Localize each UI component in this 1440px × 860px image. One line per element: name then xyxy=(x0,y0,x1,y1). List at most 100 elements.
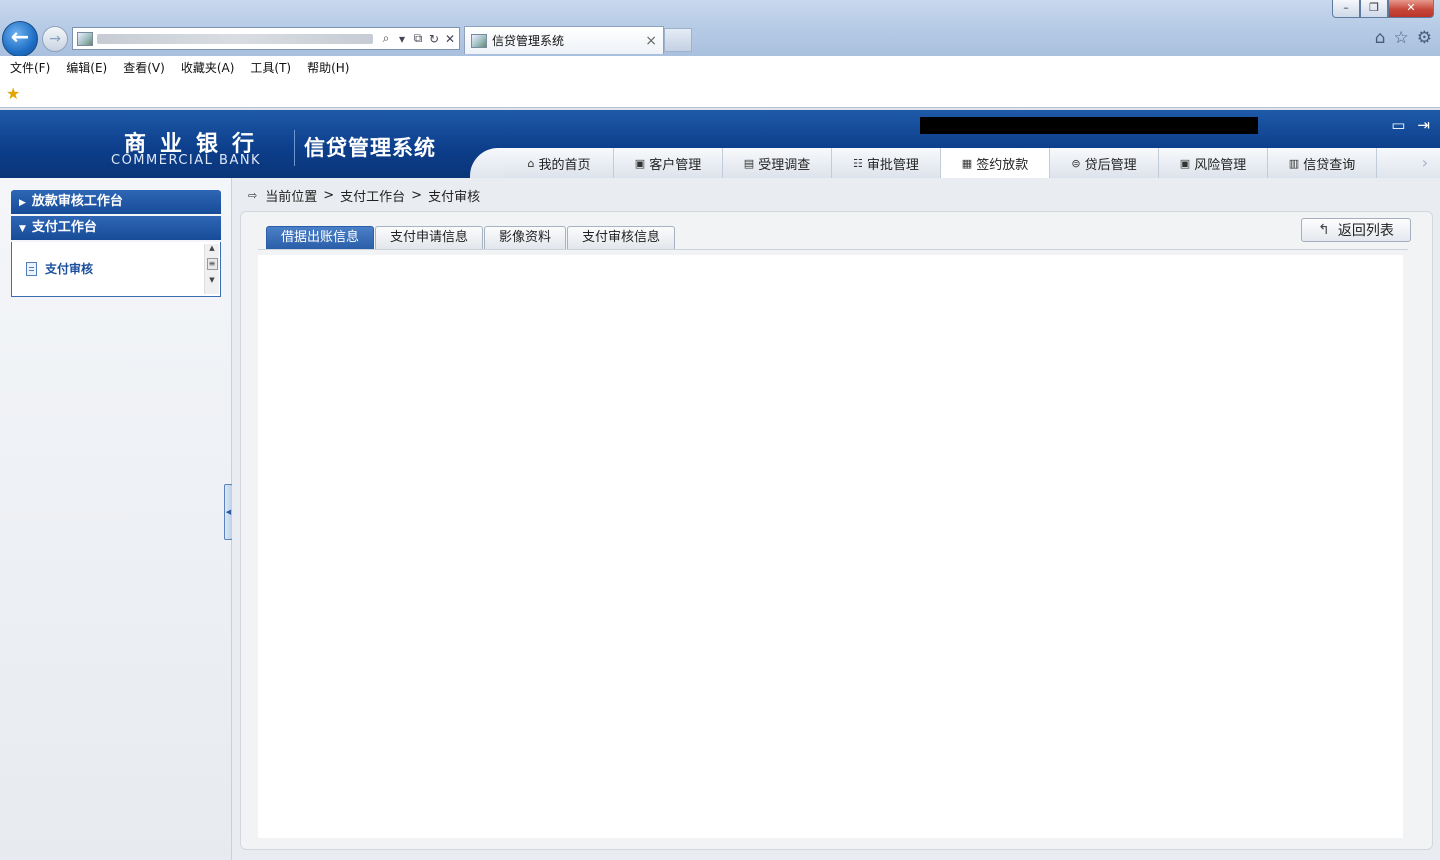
site-favicon-icon xyxy=(77,31,93,46)
window-controls: – ❐ ✕ xyxy=(1332,0,1434,18)
favorites-bar: ★ xyxy=(0,78,1440,108)
system-title: 信贷管理系统 xyxy=(304,136,436,160)
nav-tab-label: 风险管理 xyxy=(1194,157,1247,173)
logo-english: COMMERCIAL BANK xyxy=(111,153,262,168)
nav-tab-survey[interactable]: ▤ 受理调查 xyxy=(723,148,832,178)
dropdown-icon[interactable]: ▾ xyxy=(395,32,409,46)
nav-tab-label: 贷后管理 xyxy=(1084,157,1137,173)
stop-icon[interactable]: ✕ xyxy=(443,32,457,46)
browser-tab-title: 信贷管理系统 xyxy=(492,34,565,48)
nav-more-chevron-icon[interactable]: › xyxy=(1412,151,1438,175)
menu-view[interactable]: 查看(V) xyxy=(123,59,165,76)
contract-icon: ▦ xyxy=(961,157,973,170)
nav-tab-label: 我的首页 xyxy=(538,157,591,173)
browser-tab[interactable]: 信贷管理系统 × xyxy=(464,26,664,54)
return-arrow-icon: ↰ xyxy=(1318,222,1330,238)
header-actions: ▭ ⇥ xyxy=(1391,116,1430,134)
sidebar-item-payment-review[interactable]: 支付审核 xyxy=(26,260,93,277)
tab-payment-application-info[interactable]: 支付申请信息 xyxy=(375,226,484,249)
menu-file[interactable]: 文件(F) xyxy=(10,59,50,76)
tools-gear-icon[interactable]: ⚙ xyxy=(1417,28,1432,48)
document-icon xyxy=(26,261,37,276)
browser-menubar: 文件(F) 编辑(E) 查看(V) 收藏夹(A) 工具(T) 帮助(H) xyxy=(0,56,1440,78)
new-tab-button[interactable] xyxy=(664,28,692,52)
nav-tab-customer[interactable]: ▣ 客户管理 xyxy=(614,148,723,178)
caret-down-icon: ▼ xyxy=(19,224,26,234)
detail-tabs: 借据出账信息 支付申请信息 影像资料 支付审核信息 xyxy=(266,226,676,249)
query-icon: ▥ xyxy=(1288,156,1300,170)
nav-tab-label: 审批管理 xyxy=(866,157,919,173)
menu-help[interactable]: 帮助(H) xyxy=(307,59,349,76)
breadcrumb-separator: > xyxy=(323,188,335,203)
close-window-button[interactable]: ✕ xyxy=(1388,0,1434,18)
collapse-left-icon: ◀ xyxy=(225,508,232,516)
sidebar-section-payment[interactable]: ▼ 支付工作台 xyxy=(11,216,221,240)
sidebar-item-label: 支付审核 xyxy=(45,262,94,276)
tab-content-area xyxy=(258,255,1403,838)
logout-icon[interactable]: ⇥ xyxy=(1417,116,1430,134)
breadcrumb-item-current: 支付审核 xyxy=(428,190,481,205)
nav-tab-query[interactable]: ▥ 信贷查询 xyxy=(1268,148,1377,178)
forward-arrow-icon: → xyxy=(49,31,61,47)
back-button[interactable]: ← xyxy=(2,21,38,57)
sidebar-scrollbar[interactable]: ▲ ≡ ▼ xyxy=(204,244,219,294)
logo-divider xyxy=(294,130,295,166)
compatibility-view-icon[interactable]: ⧉ xyxy=(411,31,425,46)
tab-payment-review-info[interactable]: 支付审核信息 xyxy=(567,226,676,249)
caret-right-icon: ▶ xyxy=(19,198,26,208)
sidebar-section-label: 支付工作台 xyxy=(31,220,97,235)
tab-image-materials[interactable]: 影像资料 xyxy=(484,226,567,249)
browser-titlebar: – ❐ ✕ ← → ⌕ ▾ ⧉ ↻ ✕ 信贷管理系统 × ⌂ ☆ ⚙ xyxy=(0,0,1440,57)
menu-tools[interactable]: 工具(T) xyxy=(250,59,291,76)
scroll-up-icon[interactable]: ▲ xyxy=(205,244,219,252)
approval-icon: ☷ xyxy=(853,156,863,170)
desktop-icon[interactable]: ▭ xyxy=(1391,116,1405,134)
scroll-down-icon[interactable]: ▼ xyxy=(205,276,219,284)
nav-tab-approval[interactable]: ☷ 审批管理 xyxy=(832,148,941,178)
home-icon[interactable]: ⌂ xyxy=(1375,28,1386,48)
breadcrumb-item[interactable]: 支付工作台 xyxy=(340,186,405,205)
scroll-thumb[interactable]: ≡ xyxy=(206,258,218,270)
nav-tab-label: 信贷查询 xyxy=(1303,157,1356,173)
sidebar-section-panel: 支付审核 ▲ ≡ ▼ xyxy=(11,242,221,297)
nav-tab-label: 受理调查 xyxy=(758,157,811,173)
minimize-button[interactable]: – xyxy=(1332,0,1360,18)
back-arrow-icon: ← xyxy=(10,25,30,50)
sidebar-section-label: 放款审核工作台 xyxy=(31,194,123,209)
tab-close-icon[interactable]: × xyxy=(645,33,657,49)
sidebar-section-loan-review[interactable]: ▶ 放款审核工作台 xyxy=(11,190,221,214)
menu-favorites[interactable]: 收藏夹(A) xyxy=(181,59,235,76)
back-to-list-label: 返回列表 xyxy=(1337,223,1394,239)
restore-button[interactable]: ❐ xyxy=(1360,0,1388,18)
survey-icon: ▤ xyxy=(743,156,755,170)
location-arrow-icon: ⇨ xyxy=(248,189,258,202)
back-to-list-button[interactable]: ↰ 返回列表 xyxy=(1301,218,1411,242)
menu-edit[interactable]: 编辑(E) xyxy=(66,59,107,76)
nav-tab-post-loan[interactable]: ⊜ 贷后管理 xyxy=(1050,148,1159,178)
tab-loan-disbursement-info[interactable]: 借据出账信息 xyxy=(266,226,375,249)
favorites-star-icon[interactable]: ☆ xyxy=(1394,28,1409,48)
home-icon: ⌂ xyxy=(527,156,535,170)
nav-tab-label: 签约放款 xyxy=(976,158,1029,173)
post-loan-icon: ⊜ xyxy=(1071,156,1081,170)
risk-icon: ▣ xyxy=(1179,156,1191,170)
user-info-redacted xyxy=(920,117,1258,134)
tab-favicon-icon xyxy=(471,33,487,48)
customer-icon: ▣ xyxy=(634,156,646,170)
nav-tab-contract[interactable]: ▦ 签约放款 xyxy=(941,148,1050,179)
breadcrumb-separator: > xyxy=(411,188,423,203)
search-icon[interactable]: ⌕ xyxy=(379,31,393,46)
breadcrumb: ⇨ 当前位置 > 支付工作台 > 支付审核 xyxy=(248,186,480,205)
address-bar[interactable]: ⌕ ▾ ⧉ ↻ ✕ xyxy=(72,27,460,50)
add-favorite-star-icon[interactable]: ★ xyxy=(6,84,20,103)
breadcrumb-prefix: 当前位置 xyxy=(265,190,318,205)
nav-tab-risk[interactable]: ▣ 风险管理 xyxy=(1159,148,1268,178)
nav-tab-home[interactable]: ⌂ 我的首页 xyxy=(505,148,614,178)
browser-toolbar-right: ⌂ ☆ ⚙ xyxy=(1375,28,1432,48)
address-url-redacted[interactable] xyxy=(97,33,373,44)
forward-button[interactable]: → xyxy=(42,26,68,52)
tabs-divider xyxy=(258,249,1408,250)
main-nav: ⌂ 我的首页 ▣ 客户管理 ▤ 受理调查 ☷ 审批管理 ▦ 签约放款 ⊜ 贷后管理 ▣ 风险管… xyxy=(505,148,1377,179)
refresh-icon[interactable]: ↻ xyxy=(427,32,441,46)
nav-tab-label: 客户管理 xyxy=(649,157,702,173)
